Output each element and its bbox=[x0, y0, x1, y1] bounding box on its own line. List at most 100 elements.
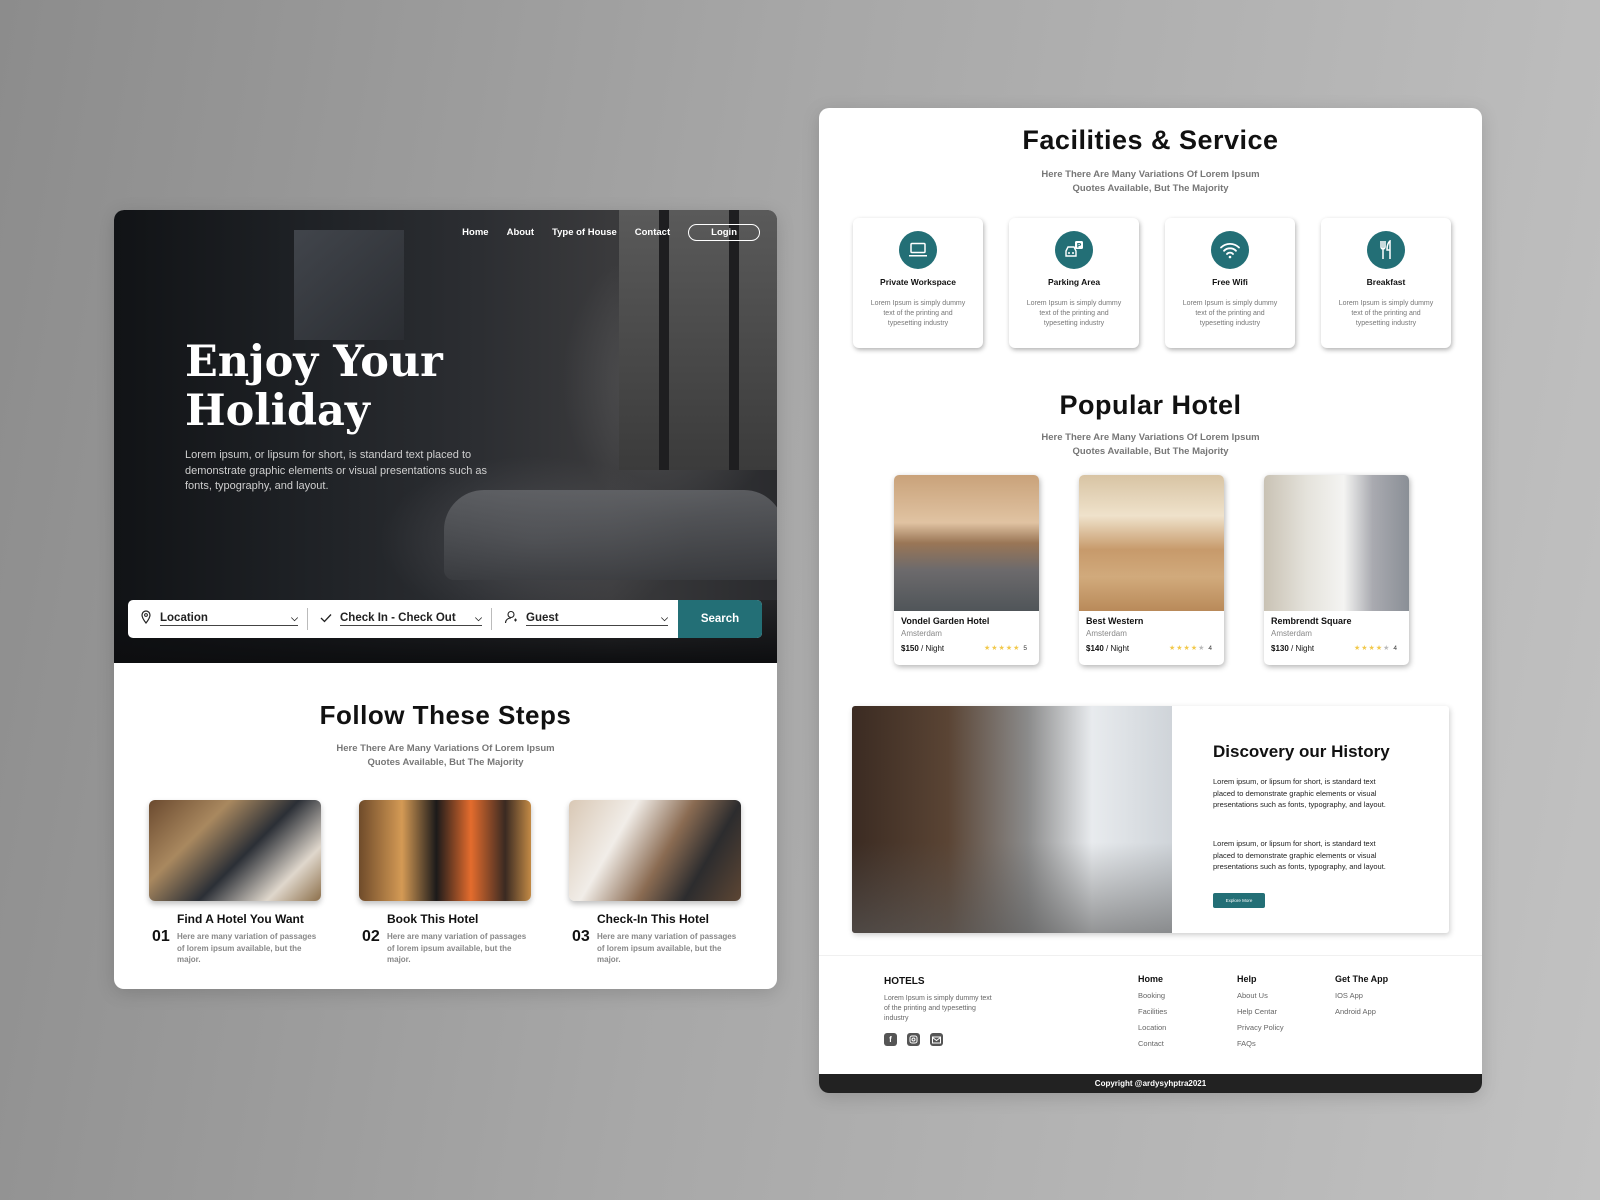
hotel-city: Amsterdam bbox=[1271, 629, 1312, 638]
star-filled-icon: ★ bbox=[1176, 645, 1184, 652]
footer-link-contact[interactable]: Contact bbox=[1138, 1039, 1167, 1048]
footer-link-help-center[interactable]: Help Centar bbox=[1237, 1007, 1284, 1016]
facility-title: Free Wifi bbox=[1212, 277, 1248, 287]
footer-link-ios-app[interactable]: IOS App bbox=[1335, 991, 1388, 1000]
footer-column-app: Get The App IOS App Android App bbox=[1335, 974, 1388, 1023]
star-rating: ★★★★★ 4 bbox=[1169, 644, 1212, 652]
star-empty-icon: ★ bbox=[1198, 645, 1206, 652]
footer-column-home: Home Booking Facilities Location Contact bbox=[1138, 974, 1167, 1055]
nav-contact[interactable]: Contact bbox=[635, 227, 670, 238]
guest-label: Guest bbox=[526, 612, 559, 624]
location-label: Location bbox=[160, 612, 208, 624]
hero-description: Lorem ipsum, or lipsum for short, is sta… bbox=[185, 449, 488, 492]
footer-link-location[interactable]: Location bbox=[1138, 1023, 1167, 1032]
check-icon bbox=[320, 610, 332, 628]
guest-select[interactable]: Guest ⌵ bbox=[492, 600, 678, 638]
star-filled-icon: ★ bbox=[1183, 645, 1191, 652]
hotel-card[interactable]: Best Western Amsterdam $140 / Night ★★★★… bbox=[1079, 475, 1224, 665]
explore-more-button[interactable]: Explore More bbox=[1213, 893, 1265, 908]
dates-label: Check In - Check Out bbox=[340, 612, 456, 624]
rating-value: 4 bbox=[1393, 645, 1397, 652]
facebook-icon[interactable]: f bbox=[884, 1033, 897, 1046]
footer-divider bbox=[819, 955, 1482, 956]
nav-about[interactable]: About bbox=[507, 227, 534, 238]
star-filled-icon: ★ bbox=[1375, 645, 1384, 652]
footer-link-booking[interactable]: Booking bbox=[1138, 991, 1167, 1000]
parking-icon: P bbox=[1055, 231, 1093, 269]
step-number: 02 bbox=[362, 928, 380, 945]
chevron-down-icon: ⌵ bbox=[475, 612, 482, 623]
star-rating: ★★★★★ 4 bbox=[1354, 644, 1397, 652]
history-title: Discovery our History bbox=[1213, 742, 1390, 761]
top-nav: Home About Type of House Contact Login bbox=[462, 224, 760, 241]
star-filled-icon: ★ bbox=[1361, 645, 1369, 652]
rating-value: 5 bbox=[1023, 645, 1027, 652]
hotel-image bbox=[1264, 475, 1409, 611]
facility-card: Private Workspace Lorem Ipsum is simply … bbox=[853, 218, 983, 348]
history-paragraph: Lorem ipsum, or lipsum for short, is sta… bbox=[1213, 839, 1386, 871]
hotel-card[interactable]: Vondel Garden Hotel Amsterdam $150 / Nig… bbox=[894, 475, 1039, 665]
footer-link-faqs[interactable]: FAQs bbox=[1237, 1039, 1284, 1048]
step-description: Here are many variation of passages of l… bbox=[387, 932, 527, 964]
footer-link-facilities[interactable]: Facilities bbox=[1138, 1007, 1167, 1016]
footer-description: Lorem Ipsum is simply dummy text of the … bbox=[884, 995, 992, 1022]
social-links: f bbox=[884, 1033, 943, 1046]
popular-subtitle: Here There Are Many Variations Of Lorem … bbox=[1041, 432, 1260, 457]
step-card: 03 Check-In This Hotel Here are many var… bbox=[569, 800, 744, 964]
star-filled-icon: ★ bbox=[1190, 645, 1199, 652]
facility-description: Lorem Ipsum is simply dummy text of the … bbox=[1182, 300, 1278, 327]
star-filled-icon: ★ bbox=[1368, 645, 1376, 652]
nav-type-of-house[interactable]: Type of House bbox=[552, 227, 617, 238]
step-description: Here are many variation of passages of l… bbox=[597, 932, 737, 964]
step-description: Here are many variation of passages of l… bbox=[177, 932, 317, 964]
step-image-reception bbox=[359, 800, 531, 901]
footer-link-about-us[interactable]: About Us bbox=[1237, 991, 1284, 1000]
copyright-bar: Copyright @ardysyhptra2021 bbox=[819, 1074, 1482, 1093]
facility-description: Lorem Ipsum is simply dummy text of the … bbox=[1026, 300, 1122, 327]
star-filled-icon: ★ bbox=[1013, 645, 1021, 652]
footer-column-help: Help About Us Help Centar Privacy Policy… bbox=[1237, 974, 1284, 1055]
step-image-key bbox=[569, 800, 741, 901]
location-select[interactable]: Location ⌵ bbox=[128, 600, 308, 638]
hero-bed bbox=[444, 490, 777, 580]
hotel-name: Vondel Garden Hotel bbox=[901, 616, 990, 626]
location-pin-icon bbox=[140, 609, 152, 629]
date-range-select[interactable]: Check In - Check Out ⌵ bbox=[308, 600, 492, 638]
hotel-city: Amsterdam bbox=[1086, 629, 1127, 638]
footer-link-privacy-policy[interactable]: Privacy Policy bbox=[1237, 1023, 1284, 1032]
hotel-card[interactable]: Rembrendt Square Amsterdam $130 / Night … bbox=[1264, 475, 1409, 665]
star-filled-icon: ★ bbox=[1005, 645, 1014, 652]
hero-window bbox=[619, 210, 777, 470]
facility-card: Free Wifi Lorem Ipsum is simply dummy te… bbox=[1165, 218, 1295, 348]
landing-page: Home About Type of House Contact Login E… bbox=[114, 210, 777, 989]
rating-value: 4 bbox=[1208, 645, 1212, 652]
history-section: Discovery our History Lorem ipsum, or li… bbox=[852, 706, 1449, 933]
hotel-name: Best Western bbox=[1086, 616, 1144, 626]
facility-title: Parking Area bbox=[1047, 277, 1101, 287]
footer-link-android-app[interactable]: Android App bbox=[1335, 1007, 1388, 1016]
star-rating: ★★★★★ 5 bbox=[984, 644, 1027, 652]
hotel-name: Rembrendt Square bbox=[1271, 616, 1352, 626]
star-empty-icon: ★ bbox=[1383, 645, 1391, 652]
facilities-subtitle: Here There Are Many Variations Of Lorem … bbox=[1041, 169, 1260, 194]
facility-title: Private Workspace bbox=[880, 277, 956, 287]
guest-icon bbox=[504, 610, 518, 629]
nav-home[interactable]: Home bbox=[462, 227, 488, 238]
hero-title: Enjoy Your Holiday bbox=[185, 337, 443, 436]
facility-description: Lorem Ipsum is simply dummy text of the … bbox=[1338, 300, 1434, 327]
steps-subtitle: Here There Are Many Variations Of Lorem … bbox=[336, 743, 555, 768]
hotel-price: $150 / Night bbox=[901, 644, 945, 653]
facility-description: Lorem Ipsum is simply dummy text of the … bbox=[870, 300, 966, 327]
login-button[interactable]: Login bbox=[688, 224, 760, 241]
step-title: Book This Hotel bbox=[387, 912, 479, 926]
hero-section: Home About Type of House Contact Login E… bbox=[114, 210, 777, 663]
hotel-image bbox=[894, 475, 1039, 611]
mail-icon[interactable] bbox=[930, 1033, 943, 1046]
instagram-icon[interactable] bbox=[907, 1033, 920, 1046]
footer-heading: Home bbox=[1138, 974, 1164, 984]
hotel-image bbox=[1079, 475, 1224, 611]
star-filled-icon: ★ bbox=[991, 645, 999, 652]
step-card: 02 Book This Hotel Here are many variati… bbox=[359, 800, 534, 964]
search-button[interactable]: Search bbox=[678, 600, 762, 638]
facilities-title: Facilities & Service bbox=[1022, 125, 1279, 155]
